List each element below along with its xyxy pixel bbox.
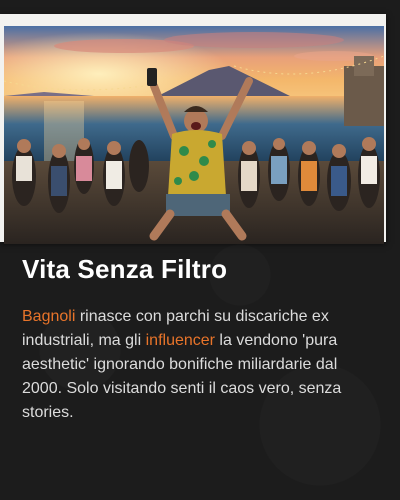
article-title: Vita Senza Filtro bbox=[22, 254, 228, 284]
article-paragraph: Bagnoli rinasce con parchi su discariche… bbox=[22, 305, 367, 425]
hero-image bbox=[4, 26, 384, 244]
link-influencer[interactable]: influencer bbox=[146, 332, 215, 349]
link-bagnoli[interactable]: Bagnoli bbox=[22, 308, 75, 325]
photo-frame bbox=[0, 14, 386, 244]
